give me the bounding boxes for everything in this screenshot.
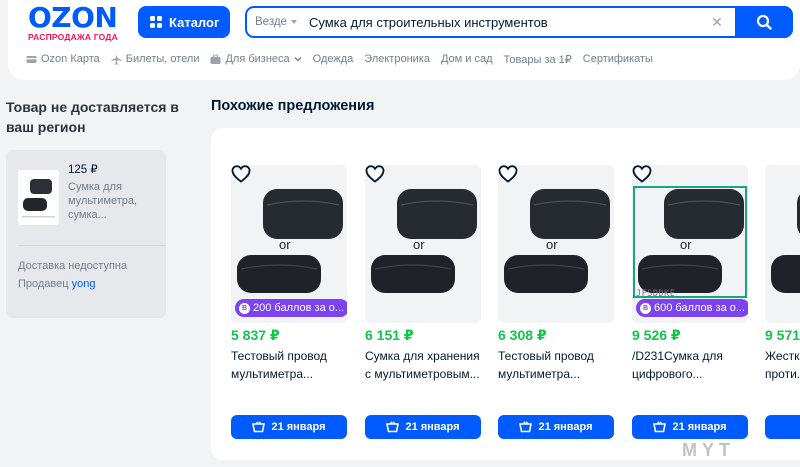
nav-item-one-ruble[interactable]: Товары за 1₽ [504,53,572,66]
product-price: 9 571 [765,327,800,343]
image-or-label: or [546,237,558,252]
search-scope-select[interactable]: Везде [247,16,301,28]
nav-label: Для бизнеса [225,53,290,65]
search-icon [756,14,772,30]
product-image[interactable]: or B 200 баллов за о... [231,165,347,323]
heart-icon[interactable] [498,165,518,183]
nav-item-clothes[interactable]: Одежда [313,53,354,65]
image-watermark: JFSDDKE [636,289,676,299]
nav-item-tickets[interactable]: Билеты, отели [111,53,200,65]
search-button[interactable] [735,6,793,38]
bonus-badge: B 600 баллов за о... [636,299,748,317]
chevron-down-icon [294,57,302,62]
nav-item-home-garden[interactable]: Дом и сад [441,53,493,65]
image-or-label: or [279,237,291,252]
product-image[interactable]: or [365,165,481,323]
delivery-date-button[interactable] [765,415,800,439]
product-name[interactable]: Тестовый провод мультиметра... [231,347,347,383]
ozon-logo[interactable]: OZON РАСПРОДАЖА ГОДА [28,1,128,43]
nav-item-business[interactable]: Для бизнеса [210,53,302,65]
delivery-date: 21 января [538,421,593,433]
delivery-date-button[interactable]: 21 января [632,415,748,439]
product-image[interactable]: or JFSDDKE B 600 баллов за о... [632,165,748,323]
similar-offers-title: Похожие предложения [211,98,375,114]
heart-icon[interactable] [365,165,385,183]
search-input[interactable] [309,14,699,30]
seller-label: Продавец [18,278,69,290]
delivery-date-button[interactable]: 21 января [365,415,481,439]
header: OZON РАСПРОДАЖА ГОДА Каталог Везде ✕ Ozo… [8,0,800,80]
chevron-down-icon [290,20,297,24]
image-or-label: or [413,237,425,252]
logo-subtitle: РАСПРОДАЖА ГОДА [28,32,118,42]
delivery-date-button[interactable]: 21 января [231,415,347,439]
product-card[interactable]: or B 200 баллов за о... 5 837 ₽ Тестовый … [231,165,347,455]
bonus-badge: B 200 баллов за о... [235,299,347,317]
points-icon: B [239,302,250,314]
card-icon [26,55,37,63]
grid-icon [150,16,162,28]
site-watermark: MYT [682,440,735,460]
nav-item-ozon-card[interactable]: Ozon Карта [26,53,100,65]
product-image[interactable] [765,165,800,323]
product-name[interactable]: Сумка для хранения с мультиметровым... [365,347,481,383]
top-nav: Ozon Карта Билеты, отели Для бизнеса Оде… [26,51,653,67]
heart-icon[interactable] [231,165,251,183]
region-unavailable-title: Товар не доставляется в ваш регион [6,99,179,135]
nav-label: Билеты, отели [125,53,200,65]
delivery-date-button[interactable]: 21 января [498,415,614,439]
divider [18,245,166,246]
current-product-price: 125 ₽ [68,164,98,176]
product-thumbnail [18,170,59,225]
nav-label: Ozon Карта [41,53,100,65]
product-card[interactable]: or 6 151 ₽ Сумка для хранения с мультиме… [365,165,481,455]
delivery-date: 21 января [271,421,326,433]
product-name[interactable]: /D231Сумка для цифрового... [632,347,748,383]
points-icon: B [640,302,651,314]
catalog-button[interactable]: Каталог [138,6,230,38]
bonus-text: 200 баллов за о... [253,302,345,314]
current-product-name[interactable]: Сумка для мультиметра, сумка... [68,180,158,222]
nav-item-certificates[interactable]: Сертификаты [583,53,653,65]
cart-icon [252,421,266,433]
nav-item-electronics[interactable]: Электроника [364,53,430,65]
product-card[interactable]: 9 571 Жестк... проти... [765,165,800,455]
delivery-date: 21 января [405,421,460,433]
clear-icon[interactable]: ✕ [709,14,725,31]
product-price: 6 308 ₽ [498,327,547,343]
image-frame [633,186,747,298]
search-scope-label: Везде [255,16,287,28]
bonus-text: 600 баллов за о... [654,302,746,314]
product-price: 6 151 ₽ [365,327,414,343]
similar-offers-panel: or B 200 баллов за о... 5 837 ₽ Тестовый … [211,128,800,460]
cart-icon [519,421,533,433]
product-card[interactable]: or JFSDDKE B 600 баллов за о... 9 526 ₽ /… [632,165,748,455]
seller-link[interactable]: yong [72,278,96,290]
catalog-label: Каталог [169,14,220,30]
product-name[interactable]: Тестовый провод мультиметра... [498,347,614,383]
heart-icon[interactable] [632,165,652,183]
delivery-status: Доставка недоступна [18,260,128,272]
product-card[interactable]: or 6 308 ₽ Тестовый провод мультиметра..… [498,165,614,455]
logo-text: OZON [28,1,118,34]
product-price: 5 837 ₽ [231,327,280,343]
seller-info: Продавец yong [18,278,96,290]
briefcase-icon [210,54,221,64]
cart-icon [653,421,667,433]
product-name[interactable]: Жестк... проти... [765,347,800,383]
product-image[interactable]: or [498,165,614,323]
current-product-card[interactable]: 125 ₽ Сумка для мультиметра, сумка... До… [6,150,166,318]
product-price: 9 526 ₽ [632,327,681,343]
plane-icon [111,54,122,65]
delivery-date: 21 января [672,421,727,433]
cart-icon [386,421,400,433]
search-bar: Везде ✕ [245,6,793,38]
